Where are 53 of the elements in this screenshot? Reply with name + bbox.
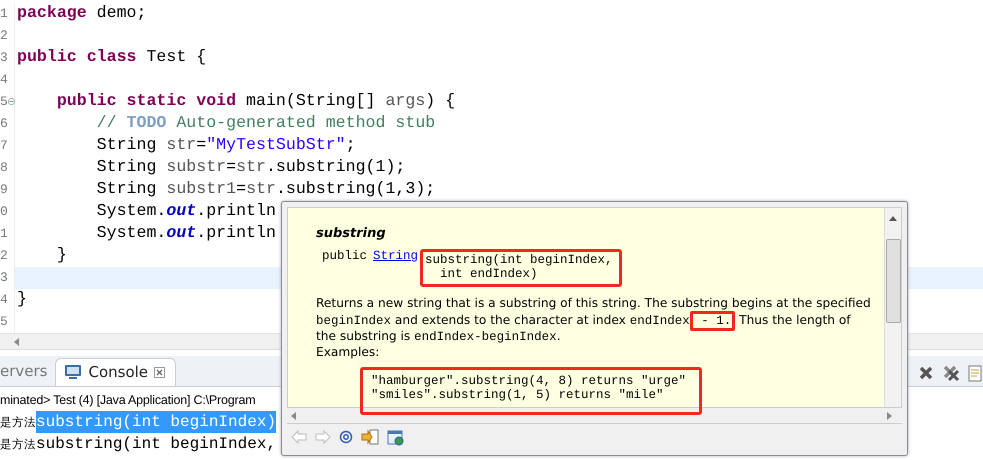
line-number: 0	[0, 204, 8, 219]
collapse-icon[interactable]	[8, 98, 15, 105]
line-number: 2	[0, 28, 8, 43]
code-line: public static void main(String[] args) {	[56, 91, 456, 110]
code-examples: "hamburger".substring(4, 8) returns "urge" "smiles".substring(1, 5) returns "mile"	[360, 366, 702, 414]
code-line: public class Test {	[17, 47, 206, 66]
scroll-left-icon[interactable]	[14, 338, 20, 346]
open-declaration-icon[interactable]	[361, 429, 379, 445]
console-status: minated> Test (4) [Java Application] C:\Program	[0, 392, 256, 409]
line-number: 9	[0, 182, 8, 197]
line-number: 6	[0, 116, 8, 131]
code-line: System.out.println	[96, 223, 276, 242]
line-number: 4	[0, 72, 8, 87]
remove-icon[interactable]	[918, 365, 934, 381]
code-line: // TODO Auto-generated method stub	[96, 113, 436, 132]
selected-output-text: substring(int beginIndex)	[36, 411, 276, 433]
modifier: public	[322, 249, 368, 263]
line-number: 1	[0, 6, 8, 21]
type-link[interactable]: String	[373, 249, 418, 263]
line-number: 3	[0, 270, 8, 285]
line-number: 5	[0, 94, 8, 109]
method-signature: substring(int beginIndex, int endIndex)	[420, 249, 622, 287]
line-number: 7	[0, 138, 8, 153]
line-number: 1	[0, 226, 8, 241]
console-output: 是方法	[0, 436, 36, 453]
close-icon[interactable]	[154, 366, 166, 378]
line-number: 8	[0, 160, 8, 175]
line-number: 3	[0, 50, 8, 65]
line-number: 4	[0, 292, 8, 307]
console-tab[interactable]: ervers	[0, 358, 56, 386]
console-tab[interactable]: Console	[55, 358, 176, 386]
examples-label: Examples:	[316, 344, 380, 358]
browser-icon[interactable]	[387, 428, 405, 446]
code-line: System.out.println	[96, 201, 276, 220]
vertical-scrollbar[interactable]	[884, 208, 901, 407]
console-output: 是方法	[0, 414, 36, 431]
at-sign-icon[interactable]	[339, 430, 353, 444]
code-line: }	[17, 289, 27, 308]
code-line: package demo;	[17, 3, 146, 22]
method-title: substring	[316, 226, 387, 241]
code-line: String substr1=str.substring(1,3);	[96, 179, 436, 198]
scroll-right-icon[interactable]	[887, 412, 892, 420]
code-line: String substr=str.substring(1);	[96, 157, 406, 176]
code-line: }	[56, 245, 67, 264]
document-icon[interactable]	[968, 364, 982, 382]
description: Returns a new string that is a substring of this string. The substring begins at the specified beginIndex and extends to the character at index endIndex - 1. Thus the length of the substring is endIndex-beginIndex.	[316, 295, 872, 344]
line-number: 5	[0, 314, 8, 329]
scroll-up-icon[interactable]	[889, 216, 897, 221]
remove-all-icon[interactable]	[942, 364, 960, 382]
console-output: substring(int beginIndex,	[36, 434, 276, 455]
scroll-left-icon[interactable]	[291, 412, 296, 420]
code-line: String str="MyTestSubStr";	[96, 135, 356, 154]
line-number: 2	[0, 248, 8, 263]
